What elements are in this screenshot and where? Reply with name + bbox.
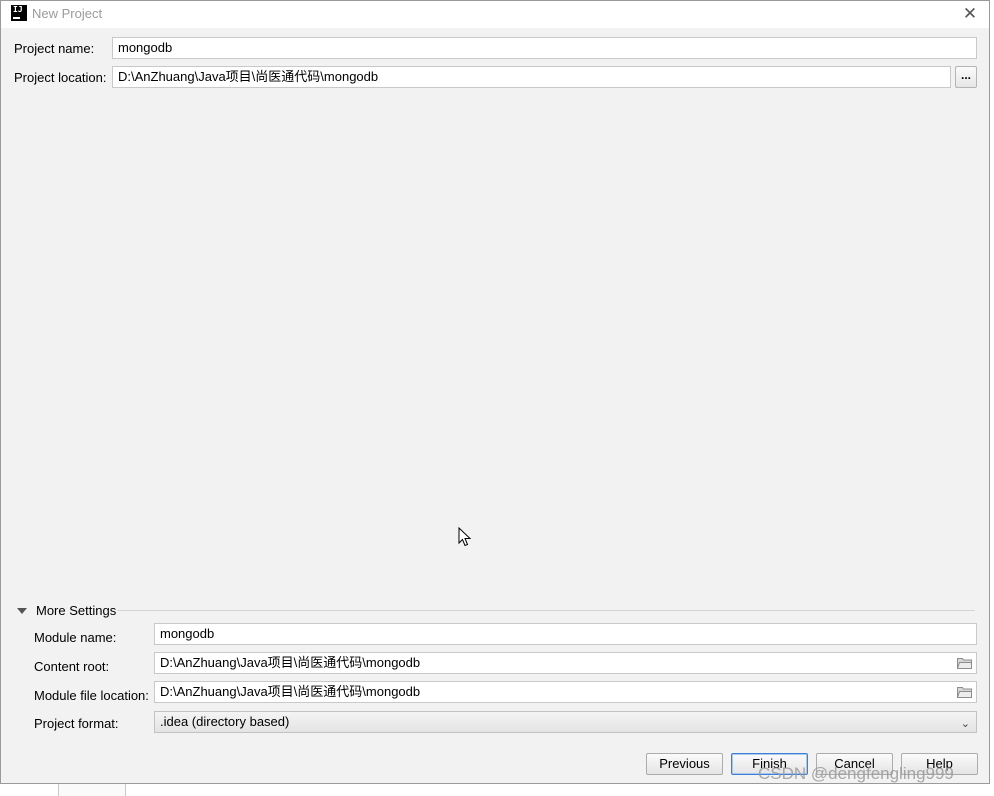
previous-button[interactable]: Previous <box>646 753 723 775</box>
intellij-app-icon: IJ <box>11 5 27 21</box>
project-location-input[interactable]: D:\AnZhuang\Java项目\尚医通代码\mongodb <box>112 66 951 88</box>
project-format-value: .idea (directory based) <box>160 714 290 729</box>
module-name-label: Module name: <box>34 630 117 645</box>
module-name-input[interactable]: mongodb <box>154 623 977 645</box>
collapse-triangle-icon <box>17 607 27 614</box>
project-name-input[interactable]: mongodb <box>112 37 977 59</box>
content-root-input[interactable]: D:\AnZhuang\Java项目\尚医通代码\mongodb <box>154 652 977 674</box>
background-window-tab <box>58 784 126 796</box>
title-bar: IJ New Project ✕ <box>1 1 989 28</box>
browse-location-button[interactable]: ... <box>955 66 977 88</box>
mouse-cursor-icon <box>458 527 472 547</box>
more-settings-title: More Settings <box>36 603 117 618</box>
folder-icon[interactable] <box>957 657 972 669</box>
module-file-location-value: D:\AnZhuang\Java项目\尚医通代码\mongodb <box>160 684 421 699</box>
window-title: New Project <box>32 6 103 21</box>
new-project-dialog: IJ New Project ✕ Project name: mongodb P… <box>0 0 990 784</box>
content-root-label: Content root: <box>34 659 110 674</box>
more-settings-toggle[interactable]: More Settings <box>17 603 116 618</box>
project-name-label: Project name: <box>14 41 95 56</box>
more-settings-separator <box>117 610 975 611</box>
project-location-label: Project location: <box>14 70 107 85</box>
folder-icon[interactable] <box>957 686 972 698</box>
project-format-select[interactable]: .idea (directory based) ⌄ <box>154 711 977 733</box>
module-file-location-label: Module file location: <box>34 688 149 703</box>
csdn-watermark: CSDN @dengfengling999 <box>758 764 954 783</box>
chevron-down-icon: ⌄ <box>960 718 970 730</box>
project-format-label: Project format: <box>34 716 119 731</box>
module-file-location-input[interactable]: D:\AnZhuang\Java项目\尚医通代码\mongodb <box>154 681 977 703</box>
close-icon[interactable]: ✕ <box>957 3 983 25</box>
content-root-value: D:\AnZhuang\Java项目\尚医通代码\mongodb <box>160 655 421 670</box>
